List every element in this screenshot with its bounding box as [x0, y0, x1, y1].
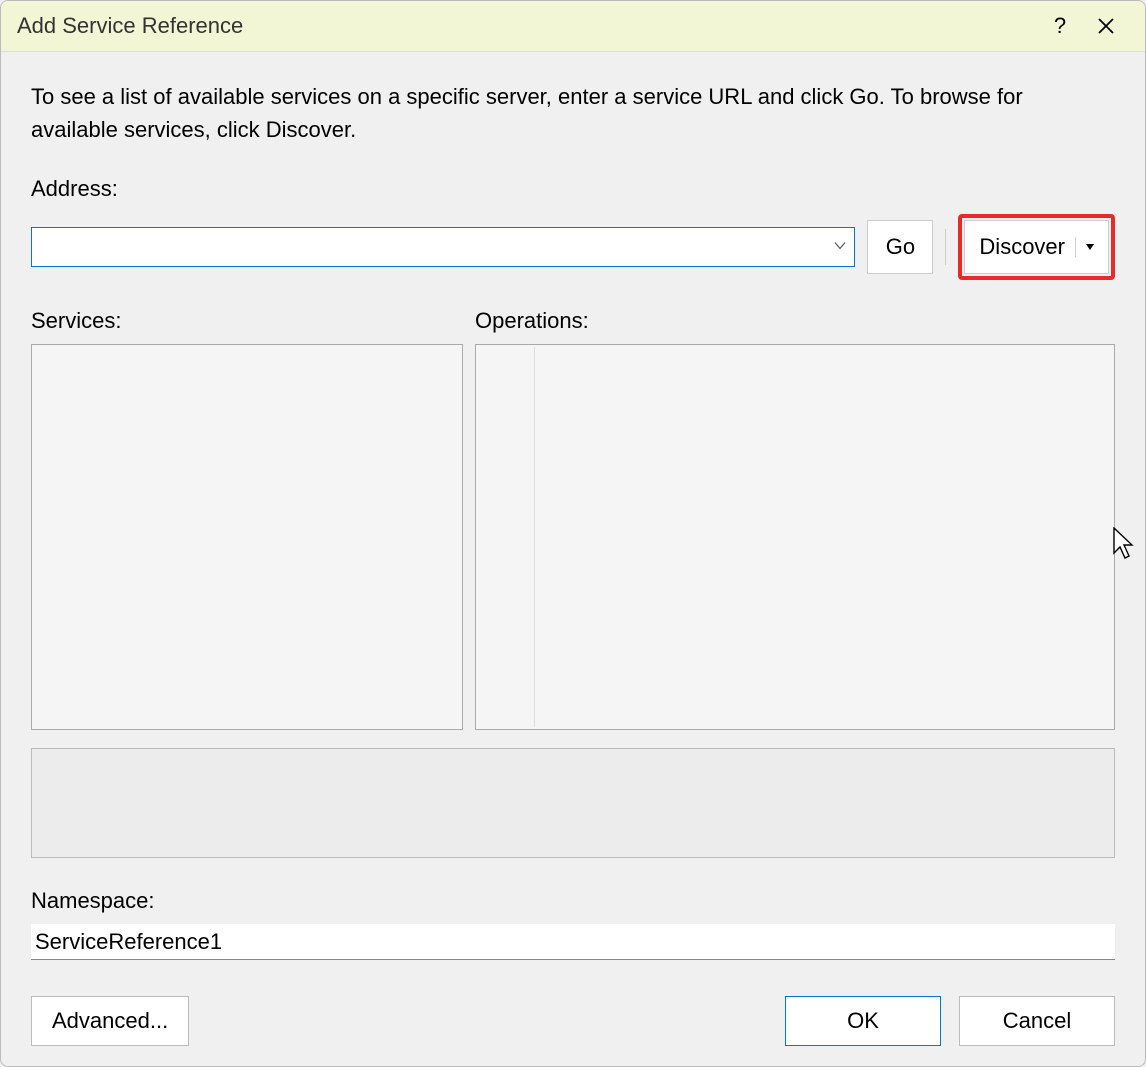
namespace-label: Namespace: — [31, 888, 1115, 914]
discover-button[interactable]: Discover — [964, 220, 1109, 274]
address-label: Address: — [31, 176, 1115, 202]
status-box — [31, 748, 1115, 858]
instructions-text: To see a list of available services on a… — [31, 80, 1115, 146]
help-icon: ? — [1054, 13, 1066, 39]
titlebar: Add Service Reference ? — [1, 1, 1145, 52]
advanced-button-label: Advanced... — [52, 1008, 168, 1033]
cancel-button-label: Cancel — [1003, 1008, 1071, 1033]
dialog-footer: Advanced... OK Cancel — [31, 996, 1115, 1046]
advanced-button[interactable]: Advanced... — [31, 996, 189, 1046]
address-input[interactable] — [31, 227, 855, 267]
go-button[interactable]: Go — [867, 220, 933, 274]
operations-list[interactable] — [475, 344, 1115, 730]
namespace-input[interactable] — [31, 924, 1115, 960]
add-service-reference-dialog: Add Service Reference ? To see a list of… — [0, 0, 1146, 1067]
dialog-content: To see a list of available services on a… — [1, 52, 1145, 1066]
services-label: Services: — [31, 308, 463, 334]
address-input-wrapper — [31, 227, 855, 267]
address-row: Go Discover — [31, 214, 1115, 280]
separator — [945, 229, 946, 265]
panels — [31, 344, 1115, 730]
operations-label: Operations: — [475, 308, 1115, 334]
caret-down-icon — [1084, 241, 1096, 253]
close-button[interactable] — [1083, 6, 1129, 46]
discover-dropdown[interactable] — [1075, 237, 1098, 257]
discover-button-label: Discover — [979, 234, 1065, 260]
dialog-title: Add Service Reference — [17, 13, 1037, 39]
go-button-label: Go — [886, 234, 915, 259]
ok-button-label: OK — [847, 1008, 879, 1033]
ok-button[interactable]: OK — [785, 996, 941, 1046]
cancel-button[interactable]: Cancel — [959, 996, 1115, 1046]
help-button[interactable]: ? — [1037, 6, 1083, 46]
panels-labels: Services: Operations: — [31, 308, 1115, 344]
discover-highlight: Discover — [958, 214, 1115, 280]
close-icon — [1097, 17, 1115, 35]
services-list[interactable] — [31, 344, 463, 730]
